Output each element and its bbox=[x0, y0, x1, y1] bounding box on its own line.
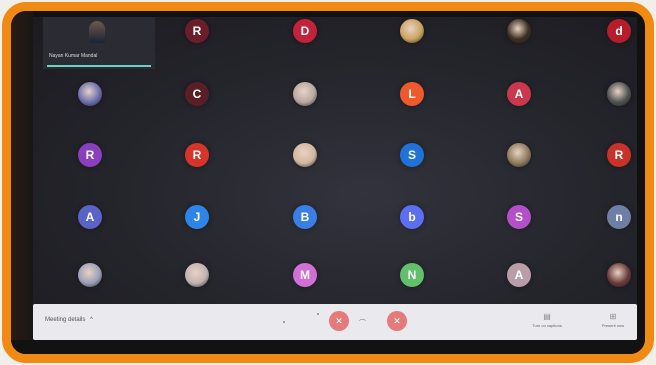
participant-avatar[interactable]: M bbox=[293, 263, 317, 287]
camera-off-icon: ✕ bbox=[393, 315, 401, 326]
toolbar-dot bbox=[317, 313, 319, 315]
meeting-details-label: Meeting details bbox=[45, 317, 86, 323]
participant-avatar[interactable]: L bbox=[400, 82, 424, 106]
participant-avatar[interactable]: R bbox=[607, 143, 631, 167]
participant-photo-avatar[interactable] bbox=[507, 143, 531, 167]
self-video-thumbnail bbox=[89, 21, 105, 43]
participant-photo-avatar[interactable] bbox=[507, 19, 531, 43]
participant-avatar[interactable]: R bbox=[185, 143, 209, 167]
captions-label: Turn on captions bbox=[532, 323, 562, 328]
participant-avatar[interactable]: R bbox=[185, 19, 209, 43]
captions-icon: ▤ bbox=[543, 312, 551, 321]
speaking-indicator bbox=[47, 65, 151, 67]
participant-photo-avatar[interactable] bbox=[607, 263, 631, 287]
participant-photo-avatar[interactable] bbox=[293, 82, 317, 106]
participant-photo-avatar[interactable] bbox=[293, 143, 317, 167]
participant-avatar[interactable]: B bbox=[293, 205, 317, 229]
participant-avatar[interactable]: A bbox=[507, 82, 531, 106]
self-video-tile[interactable]: Nayan Kumar Mandal bbox=[43, 17, 155, 69]
toolbar-dot bbox=[283, 321, 285, 323]
participant-avatar[interactable]: D bbox=[293, 19, 317, 43]
participant-avatar[interactable]: n bbox=[607, 205, 631, 229]
captions-button[interactable]: ▤ Turn on captions bbox=[527, 312, 567, 328]
mic-off-icon: ✕ bbox=[335, 315, 343, 326]
participant-avatar[interactable]: S bbox=[400, 143, 424, 167]
participant-avatar[interactable]: J bbox=[185, 205, 209, 229]
participant-avatar[interactable]: C bbox=[185, 82, 209, 106]
participant-avatar[interactable]: A bbox=[78, 205, 102, 229]
meeting-details-button[interactable]: Meeting details ^ bbox=[45, 317, 93, 323]
participant-avatar[interactable]: N bbox=[400, 263, 424, 287]
left-bezel bbox=[11, 11, 33, 354]
participant-photo-avatar[interactable] bbox=[400, 19, 424, 43]
participant-avatar[interactable]: S bbox=[507, 205, 531, 229]
hang-up-button[interactable]: ⌒ bbox=[359, 318, 366, 328]
mic-toggle-button[interactable]: ✕ bbox=[329, 311, 349, 331]
meeting-toolbar: Meeting details ^ ✕ ⌒ ✕ ▤ Turn on captio… bbox=[33, 304, 637, 340]
present-label: Present now bbox=[601, 323, 625, 328]
device-frame: Nayan Kumar Mandal R Dd C L A R R S R A J Bb Sn M N A M… bbox=[2, 2, 654, 363]
camera-toggle-button[interactable]: ✕ bbox=[387, 311, 407, 331]
participant-photo-avatar[interactable] bbox=[78, 263, 102, 287]
participant-photo-avatar[interactable] bbox=[78, 82, 102, 106]
participant-photo-avatar[interactable] bbox=[607, 82, 631, 106]
participant-grid: Nayan Kumar Mandal R Dd C L A R R S R A J Bb Sn M N A bbox=[33, 17, 637, 314]
present-now-button[interactable]: ⊞ Present now bbox=[593, 312, 633, 328]
present-icon: ⊞ bbox=[609, 312, 617, 321]
self-tile-name: Nayan Kumar Mandal bbox=[49, 53, 98, 59]
participant-avatar[interactable]: d bbox=[607, 19, 631, 43]
bottom-bezel bbox=[11, 340, 645, 354]
participant-avatar[interactable]: A bbox=[507, 263, 531, 287]
participant-avatar[interactable]: b bbox=[400, 205, 424, 229]
participant-photo-avatar[interactable] bbox=[185, 263, 209, 287]
chevron-up-icon: ^ bbox=[90, 317, 93, 323]
participant-avatar[interactable]: R bbox=[78, 143, 102, 167]
